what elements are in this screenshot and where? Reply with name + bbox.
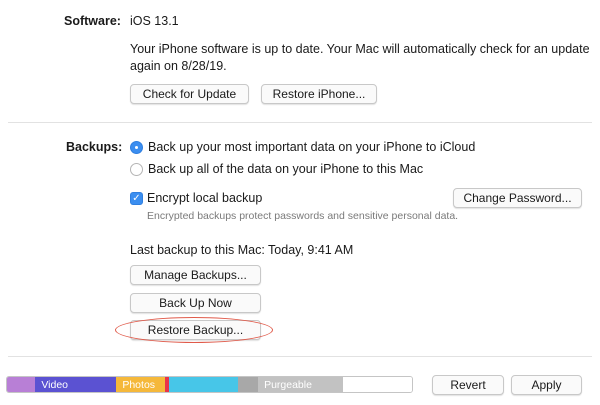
apply-button[interactable]: Apply xyxy=(511,375,582,395)
section-divider xyxy=(8,122,592,123)
storage-segment xyxy=(343,377,412,392)
encrypt-hint: Encrypted backups protect passwords and … xyxy=(147,210,459,222)
restore-iphone-button[interactable]: Restore iPhone... xyxy=(261,84,377,104)
revert-button[interactable]: Revert xyxy=(432,375,504,395)
radio-mac-label[interactable]: Back up all of the data on your iPhone t… xyxy=(148,162,423,176)
back-up-now-button[interactable]: Back Up Now xyxy=(130,293,261,313)
check-for-update-button[interactable]: Check for Update xyxy=(130,84,249,104)
storage-segment xyxy=(7,377,36,392)
radio-backup-mac[interactable] xyxy=(130,163,143,176)
storage-segment-label: Purgeable xyxy=(264,379,312,391)
software-status-line2: again on 8/28/19. xyxy=(130,59,227,73)
restore-backup-button[interactable]: Restore Backup... xyxy=(130,320,261,340)
storage-segment xyxy=(237,377,259,392)
software-status-line1: Your iPhone software is up to date. Your… xyxy=(130,42,590,56)
storage-usage-bar: Video Photos Purgeable xyxy=(6,376,413,393)
software-version: iOS 13.1 xyxy=(130,14,179,28)
manage-backups-button[interactable]: Manage Backups... xyxy=(130,265,261,285)
storage-segment-label: Photos xyxy=(122,379,156,391)
encrypt-label[interactable]: Encrypt local backup xyxy=(147,191,262,205)
change-password-button[interactable]: Change Password... xyxy=(453,188,582,208)
footer-divider xyxy=(8,356,592,357)
storage-segment-photos: Photos xyxy=(116,377,165,392)
storage-segment-label: Video xyxy=(41,379,69,391)
radio-backup-icloud[interactable] xyxy=(130,141,143,154)
storage-segment-video: Video xyxy=(35,377,117,392)
software-label: Software: xyxy=(64,14,121,28)
radio-icloud-label[interactable]: Back up your most important data on your… xyxy=(148,140,475,154)
last-backup-text: Last backup to this Mac: Today, 9:41 AM xyxy=(130,243,354,257)
storage-segment xyxy=(168,377,238,392)
storage-segment-purgeable: Purgeable xyxy=(258,377,344,392)
backups-label: Backups: xyxy=(66,140,123,154)
encrypt-checkbox[interactable]: ✓ xyxy=(130,192,143,205)
checkmark-icon: ✓ xyxy=(132,193,141,204)
